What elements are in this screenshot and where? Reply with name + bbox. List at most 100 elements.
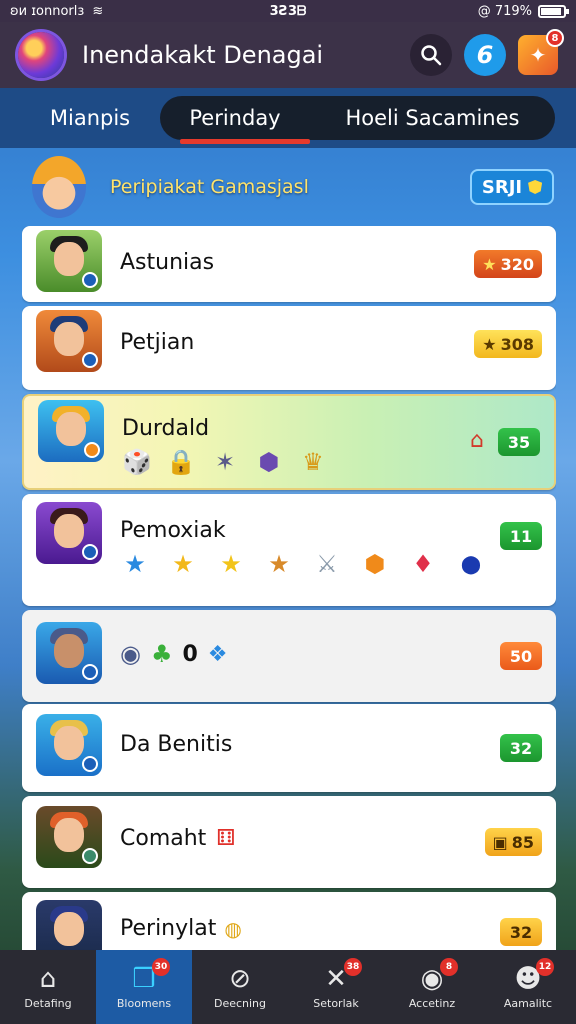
score-badge: ▣ 85 bbox=[484, 828, 542, 856]
score-value: 35 bbox=[507, 432, 531, 452]
status-left: ʚᴎ ɪonnorlɜ ≋ bbox=[10, 4, 103, 19]
list-item[interactable]: Petjian ★ 308 bbox=[22, 306, 556, 390]
nav-setorlak[interactable]: ✕ Setorlak 38 bbox=[288, 950, 384, 1024]
avatar bbox=[36, 230, 102, 292]
avatar bbox=[38, 400, 104, 462]
bottom-nav: ⌂ Detafing ❒ Bloomens 30 ⊘ Deecning ✕ Se… bbox=[0, 950, 576, 1024]
banner-avatar bbox=[32, 156, 86, 218]
sword-icon: ⚔ bbox=[316, 550, 338, 578]
clover-icon: ♣ bbox=[150, 640, 173, 668]
banner-text: Peripiakat Gamasjasl bbox=[110, 176, 309, 198]
nav-badge: 12 bbox=[536, 958, 554, 976]
score-badge: ★ 308 bbox=[474, 330, 542, 358]
app-title: Inendakakt Denagai bbox=[82, 41, 324, 69]
creature-icon: ❖ bbox=[207, 641, 228, 667]
list-item[interactable]: Perinylat ◍ 32 bbox=[22, 892, 556, 950]
game-button[interactable]: ✦ 8 bbox=[518, 29, 564, 75]
gold-star-icon: ★ bbox=[172, 550, 194, 578]
nav-bloomens[interactable]: ❒ Bloomens 30 bbox=[96, 950, 192, 1024]
tab-hoeli-sacamines[interactable]: Hoeli Sacamines bbox=[310, 96, 555, 140]
list-item[interactable]: Comaht ⚅ ▣ 85 bbox=[22, 796, 556, 888]
score-badge: 35 bbox=[498, 428, 540, 456]
battery-icon bbox=[538, 4, 569, 18]
status-time: 3Ƨ3ᗷ bbox=[269, 3, 307, 19]
tab-mianpis[interactable]: Mianpis bbox=[20, 96, 160, 140]
dice-icon: 🎲 bbox=[122, 448, 152, 476]
wifi-icon: ≋ bbox=[92, 3, 104, 19]
score-value: 11 bbox=[509, 526, 533, 546]
banner-button-label: SRJI bbox=[481, 176, 523, 198]
home-icon: ⌂ bbox=[39, 963, 57, 994]
avatar bbox=[36, 806, 102, 868]
block-icon: ⊘ bbox=[229, 963, 251, 994]
nav-label: Bloomens bbox=[116, 996, 172, 1010]
social-icon: 6 bbox=[476, 41, 494, 69]
orb-icon: ◉ bbox=[120, 640, 141, 668]
search-icon bbox=[421, 45, 442, 66]
star-burst-icon: ✶ bbox=[214, 448, 236, 476]
player-name: Pemoxiak bbox=[120, 518, 226, 543]
app-header: Inendakakt Denagai 6 ✦ 8 bbox=[0, 22, 576, 88]
lock-icon: 🔒 bbox=[166, 448, 196, 476]
nav-badge: 38 bbox=[344, 958, 362, 976]
score-badge: 32 bbox=[500, 918, 542, 946]
list-item[interactable]: Da Benitis 32 bbox=[22, 704, 556, 792]
player-name: Comaht bbox=[120, 826, 207, 851]
status-right-text: @ 719% bbox=[477, 3, 532, 19]
nav-badge: 8 bbox=[440, 958, 458, 976]
bronze-star-icon: ★ bbox=[268, 550, 290, 578]
app-logo[interactable] bbox=[18, 32, 64, 78]
avatar bbox=[36, 502, 102, 564]
tab-perinday[interactable]: Perinday bbox=[160, 96, 310, 144]
nav-aamalitc[interactable]: ☻ Aamalitc 12 bbox=[480, 950, 576, 1024]
score-badge: 50 bbox=[500, 642, 542, 670]
list-item[interactable]: Astunias ★ 320 bbox=[22, 226, 556, 302]
score-value: 32 bbox=[509, 922, 533, 942]
gem-icon: ⬢ bbox=[258, 448, 280, 476]
score-value: 50 bbox=[509, 646, 533, 666]
avatar bbox=[36, 714, 102, 776]
score-value: 320 bbox=[500, 254, 534, 274]
nav-deecning[interactable]: ⊘ Deecning bbox=[192, 950, 288, 1024]
achievement-icons: ★ ★ ★ ★ ⚔ ⬢ ♦ ⬤ bbox=[120, 549, 542, 579]
game-badge: 8 bbox=[546, 29, 564, 47]
crown-icon: ♛ bbox=[302, 448, 324, 476]
diamond-icon: ♦ bbox=[412, 550, 434, 578]
list-item[interactable]: Durdald 🎲 🔒 ✶ ⬢ ♛ 35 ⌂ bbox=[22, 394, 556, 490]
header-actions: 6 ✦ 8 bbox=[410, 29, 564, 76]
score-badge: 11 bbox=[500, 522, 542, 550]
tabs-bar: Mianpis Perinday Hoeli Sacamines bbox=[0, 88, 576, 148]
nav-accetinz[interactable]: ◉ Accetinz 8 bbox=[384, 950, 480, 1024]
dice-icon: ⚅ bbox=[216, 826, 236, 851]
player-name: 0 bbox=[182, 641, 198, 667]
score-badge: ★ 320 bbox=[474, 250, 542, 278]
status-bar: ʚᴎ ɪonnorlɜ ≋ 3Ƨ3ᗷ @ 719% bbox=[0, 0, 576, 22]
banner: Peripiakat Gamasjasl SRJI bbox=[22, 150, 554, 224]
status-right: @ 719% bbox=[477, 3, 569, 19]
leaderboard-list: Astunias ★ 320 Petjian ★ 308 Durdald 🎲 🔒 … bbox=[22, 226, 556, 950]
search-button[interactable] bbox=[410, 34, 452, 76]
score-badge: 32 bbox=[500, 734, 542, 762]
player-name: Perinylat bbox=[120, 916, 217, 941]
avatar bbox=[36, 622, 102, 684]
chest-icon: ▣ bbox=[492, 832, 508, 852]
banner-button[interactable]: SRJI bbox=[470, 169, 554, 205]
list-item[interactable]: Pemoxiak ★ ★ ★ ★ ⚔ ⬢ ♦ ⬤ 11 bbox=[22, 494, 556, 606]
nav-badge: 30 bbox=[152, 958, 170, 976]
avatar bbox=[36, 310, 102, 372]
hex-gem-icon: ⬢ bbox=[364, 550, 386, 578]
nav-detafing[interactable]: ⌂ Detafing bbox=[0, 950, 96, 1024]
star-icon: ★ bbox=[482, 254, 497, 274]
nav-label: Accetinz bbox=[408, 996, 456, 1010]
home-icon: ⌂ bbox=[470, 428, 484, 453]
status-left-text: ʚᴎ ɪonnorlɜ bbox=[10, 3, 85, 19]
score-value: 85 bbox=[511, 832, 534, 852]
nav-label: Aamalitc bbox=[503, 996, 553, 1010]
nav-label: Setorlak bbox=[313, 996, 359, 1010]
gold-star-icon: ★ bbox=[220, 550, 242, 578]
list-item[interactable]: ◉ ♣ 0 ❖ 50 bbox=[22, 610, 556, 702]
social-button[interactable]: 6 bbox=[464, 34, 506, 76]
star-icon: ★ bbox=[482, 334, 497, 354]
nav-label: Detafing bbox=[24, 996, 72, 1010]
coin-icon: ◍ bbox=[224, 916, 242, 941]
